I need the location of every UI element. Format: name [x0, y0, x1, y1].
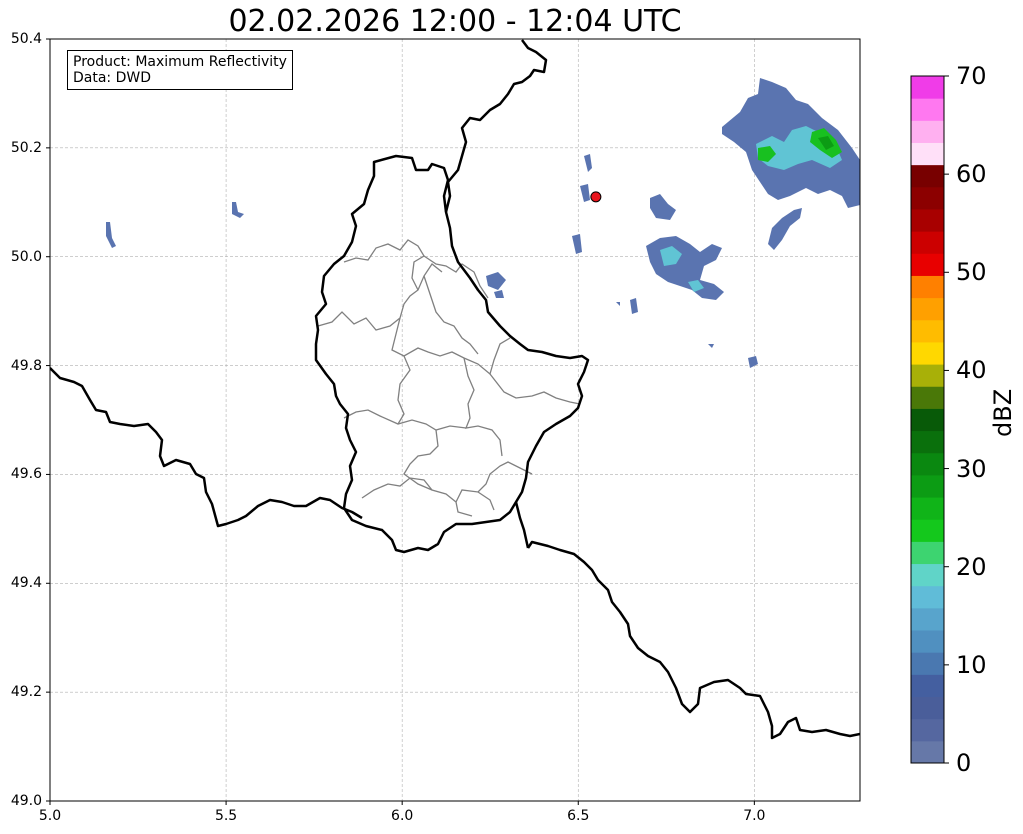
- x-tick-label: 5.5: [214, 808, 238, 824]
- y-tick-label: 50.2: [10, 139, 42, 156]
- y-tick-label: 49.4: [10, 575, 42, 592]
- colorbar-band: [911, 718, 944, 742]
- colorbar-band: [911, 585, 944, 609]
- colorbar-band: [911, 652, 944, 675]
- y-tick-label: 49.8: [10, 357, 42, 374]
- colorbar-band: [911, 76, 944, 99]
- colorbar-band: [911, 696, 944, 720]
- colorbar-tick-label: 70: [956, 62, 987, 90]
- colorbar-band: [911, 319, 944, 343]
- colorbar-band: [911, 452, 944, 476]
- colorbar-band: [911, 341, 944, 365]
- colorbar-band: [911, 630, 944, 653]
- colorbar-band: [911, 208, 944, 232]
- colorbar-band: [911, 98, 944, 121]
- colorbar-band: [911, 386, 944, 409]
- y-tick-label: 49.0: [10, 793, 42, 809]
- radar-map: [46, 38, 949, 805]
- x-tick-label: 6.0: [391, 808, 414, 824]
- colorbar-band: [911, 186, 944, 210]
- colorbar-band: [911, 253, 944, 276]
- colorbar-band: [911, 364, 944, 387]
- colorbar-band: [911, 674, 944, 698]
- colorbar-band: [911, 142, 944, 166]
- colorbar-band: [911, 164, 944, 188]
- colorbar-band: [911, 497, 944, 520]
- y-tick-label: 50.4: [10, 31, 42, 47]
- colorbar-tick-label: 30: [956, 454, 987, 483]
- colorbar-band: [911, 120, 944, 143]
- colorbar-band: [911, 297, 944, 321]
- y-tick-label: 49.6: [10, 466, 42, 483]
- colorbar-band: [911, 519, 944, 542]
- colorbar-band: [911, 541, 944, 565]
- x-tick-label: 5.0: [38, 808, 62, 824]
- colorbar-band: [911, 563, 944, 587]
- colorbar-tick-label: 60: [956, 160, 987, 189]
- colorbar-label: dBZ: [989, 388, 1017, 437]
- colorbar-tick-label: 10: [956, 650, 987, 679]
- colorbar-band: [911, 408, 944, 432]
- info-data-source: Data: DWD: [73, 70, 151, 86]
- info-box: Product: Maximum Reflectivity Data: DWD: [67, 50, 293, 90]
- colorbar-tick-marks: [944, 75, 949, 764]
- colorbar-band: [911, 430, 944, 454]
- colorbar-tick-label: 40: [956, 356, 987, 385]
- colorbar-tick-label: 50: [956, 258, 987, 287]
- colorbar-tick-label: 20: [956, 552, 987, 581]
- colorbar-band: [911, 231, 944, 254]
- info-product: Product: Maximum Reflectivity: [73, 54, 287, 70]
- x-tick-label: 6.5: [567, 808, 590, 824]
- colorbar-band: [911, 474, 944, 498]
- colorbar-band: [911, 740, 944, 764]
- colorbar-band: [911, 607, 944, 631]
- colorbar-tick-label: 0: [956, 749, 972, 777]
- colorbar-band: [911, 275, 944, 299]
- x-tick-label: 7.0: [743, 808, 766, 824]
- location-marker: [590, 191, 602, 203]
- y-tick-label: 50.0: [10, 248, 42, 265]
- y-tick-label: 49.2: [10, 684, 42, 701]
- colorbar: [911, 76, 944, 764]
